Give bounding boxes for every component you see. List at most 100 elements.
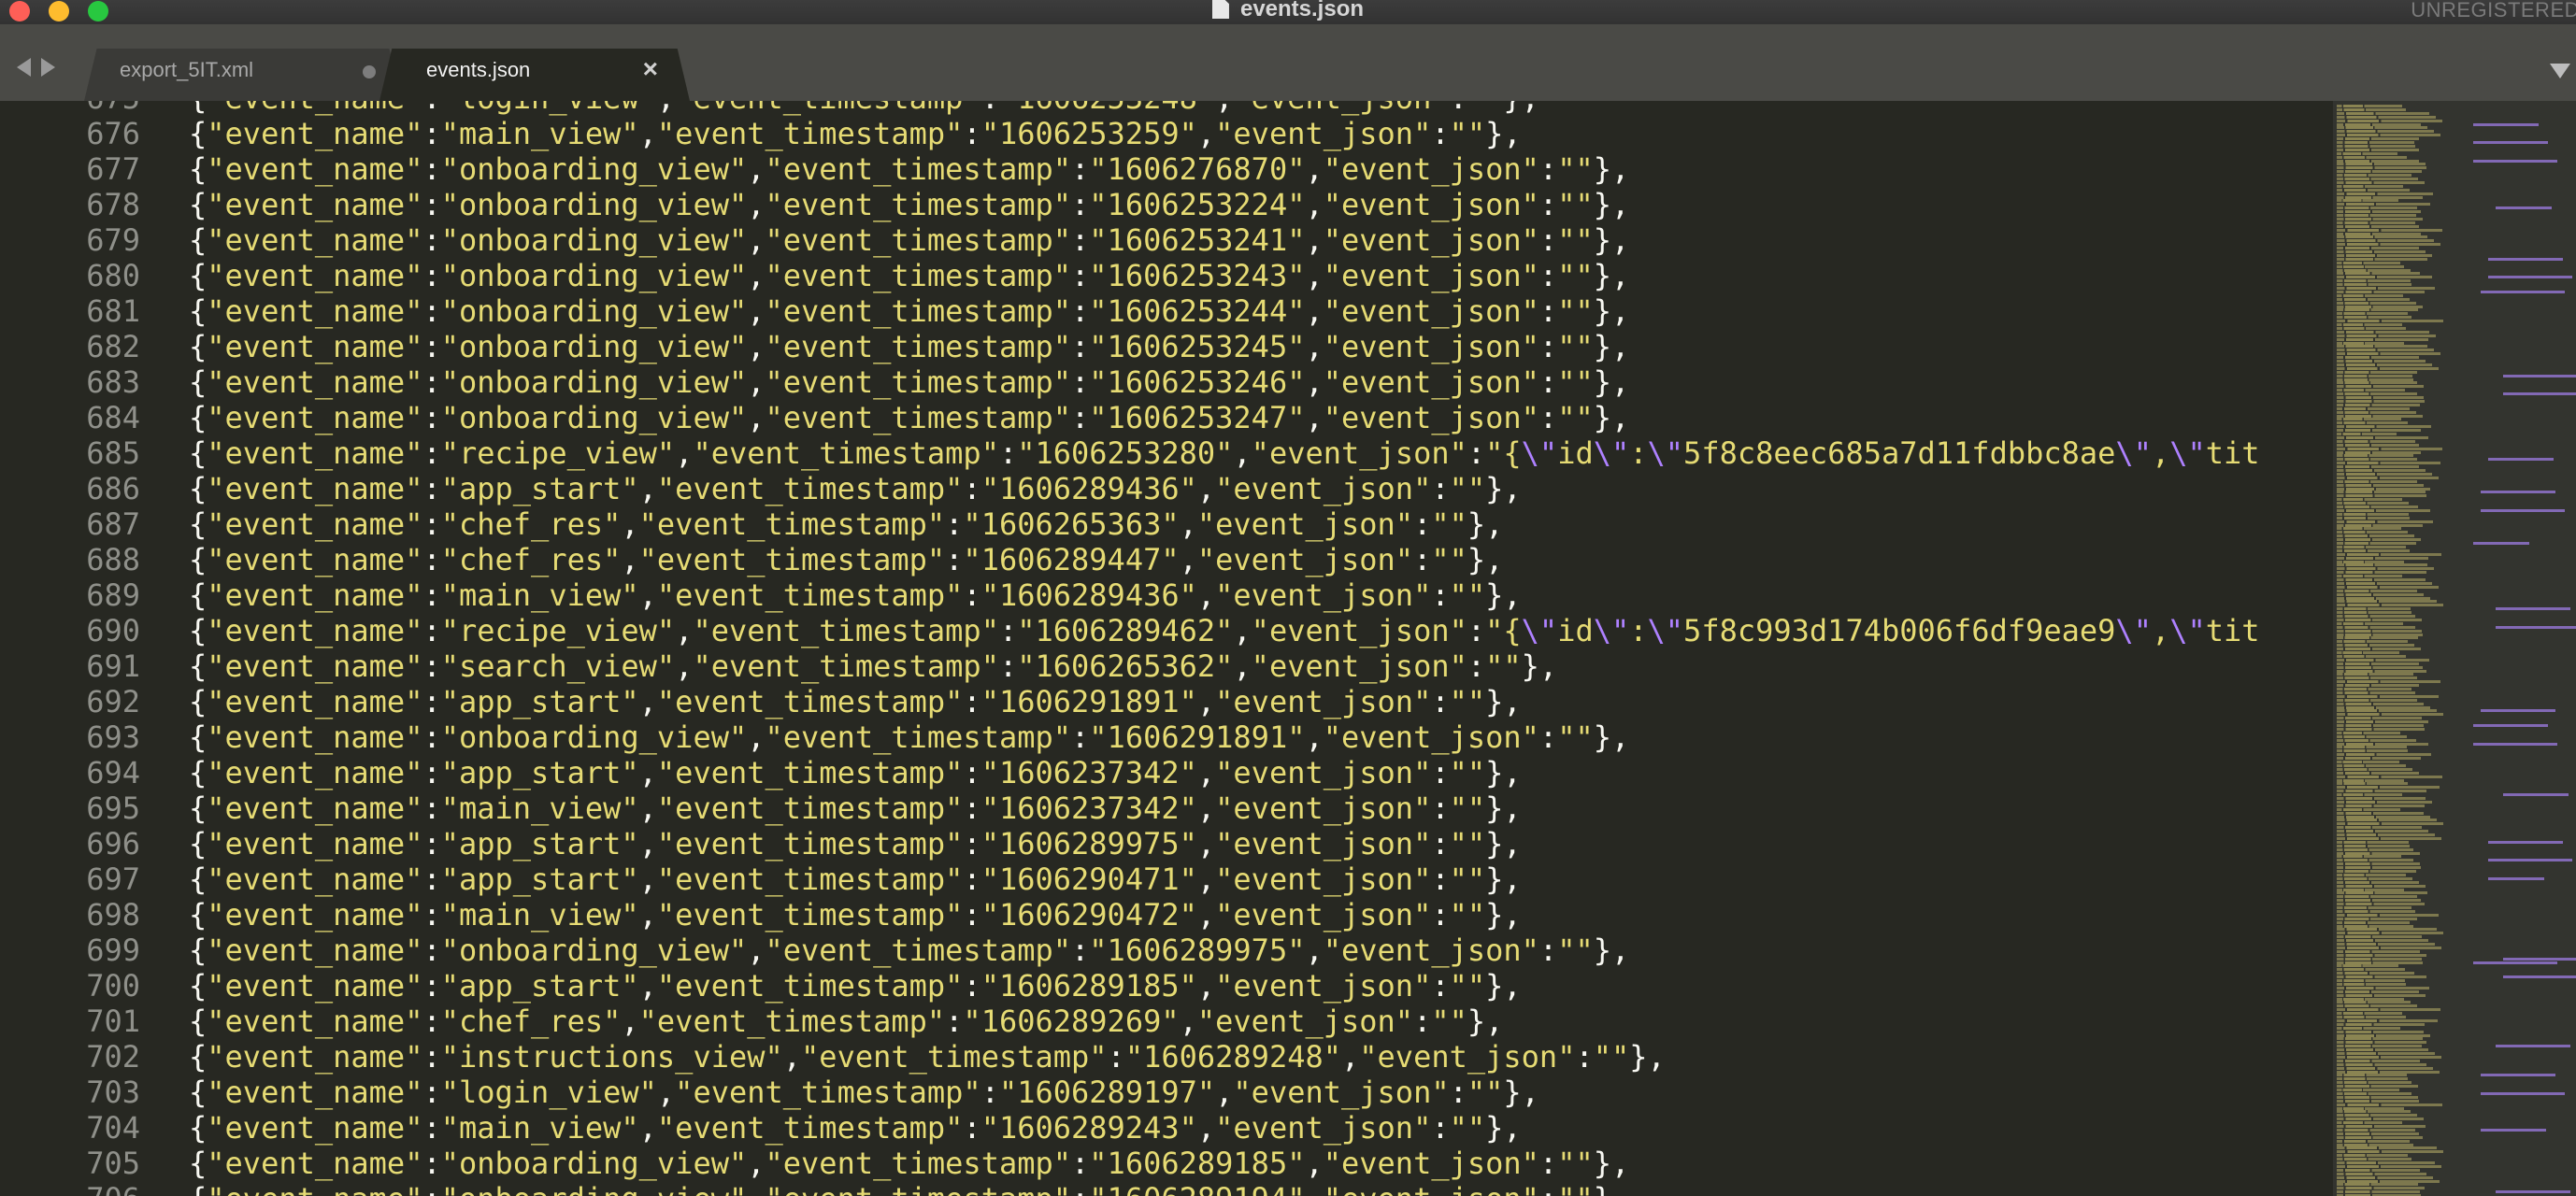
code-line[interactable]: 679 {"event_name":"onboarding_view","even… [0,222,2333,258]
minimap-line [2337,997,2404,1001]
code-punctuation: , [1196,577,1216,613]
code-line[interactable]: 704 {"event_name":"main_view","event_time… [0,1110,2333,1146]
code-line[interactable]: 690 {"event_name":"recipe_view","event_ti… [0,613,2333,648]
minimap-line [2337,862,2420,866]
code-punctuation: , [1305,258,1324,293]
code-punctuation: , [1196,861,1216,897]
code-line[interactable]: 697 {"event_name":"app_start","event_time… [0,861,2333,897]
code-line[interactable]: 701 {"event_name":"chef_res","event_times… [0,1004,2333,1039]
minimap-line [2337,953,2426,957]
code-line[interactable]: 676 {"event_name":"main_view","event_time… [0,116,2333,151]
minimap-line [2337,1033,2430,1037]
code-punctuation: " [1467,116,1486,151]
code-line[interactable]: 678 {"event_name":"onboarding_view","even… [0,187,2333,222]
code-line-text: {"event_name":"app_start","event_timesta… [189,684,1522,719]
code-line[interactable]: 692 {"event_name":"app_start","event_time… [0,684,2333,719]
code-punctuation: "event_json" [1323,258,1539,293]
code-punctuation: " [963,542,981,577]
code-punctuation: , [621,506,639,542]
code-editor[interactable]: 675{"event_name":"login_view","event_tim… [0,101,2333,1196]
minimap-line [2337,1106,2404,1110]
code-line[interactable]: 705 {"event_name":"onboarding_view","even… [0,1146,2333,1181]
code-punctuation: "event_name" [207,613,423,648]
code-punctuation: "event_json" [1323,187,1539,222]
code-punctuation: , [1305,933,1324,968]
code-punctuation: }, [1593,329,1630,364]
tab-events-json[interactable]: events.json × [379,49,690,101]
code-punctuation: "event_name" [207,755,423,790]
code-line-text: {"event_name":"onboarding_view","event_t… [189,364,1629,400]
minimap-line [2337,1066,2433,1070]
code-line[interactable]: 706{"event_name":"onboarding_view","even… [0,1181,2333,1196]
minimap-line [2337,469,2426,472]
code-line[interactable]: 681 {"event_name":"onboarding_view","even… [0,293,2333,329]
code-line[interactable]: 687 {"event_name":"chef_res","event_times… [0,506,2333,542]
code-punctuation: { [189,897,208,933]
code-line[interactable]: 691 {"event_name":"search_view","event_ti… [0,648,2333,684]
code-punctuation: " [639,101,657,116]
code-line[interactable]: 688 {"event_name":"chef_res","event_times… [0,542,2333,577]
line-number: 700 [86,968,140,1004]
unsaved-dot-icon[interactable] [363,65,376,78]
code-punctuation: , [1305,1181,1323,1196]
code-punctuation: " [1089,258,1108,293]
minimap-highlight [2481,1074,2555,1077]
code-punctuation: \" [1521,435,1558,471]
minimap-line [2337,1103,2442,1106]
code-line[interactable]: 684 {"event_name":"onboarding_view","even… [0,400,2333,435]
minimap-line [2337,1012,2402,1016]
code-line[interactable]: 675{"event_name":"login_view","event_tim… [0,101,2333,116]
code-punctuation: " [1323,1039,1341,1075]
code-line[interactable]: 699 {"event_name":"onboarding_view","even… [0,933,2333,968]
code-line[interactable]: 677 {"event_name":"onboarding_view","even… [0,151,2333,187]
minimap-line [2337,381,2417,385]
code-punctuation: " [1467,861,1486,897]
code-line[interactable]: 685 {"event_name":"recipe_view","event_ti… [0,435,2333,471]
code-punctuation: , [747,293,766,329]
code-punctuation: " [980,471,999,506]
code-punctuation: "event_json" [1215,755,1432,790]
code-line[interactable]: 698 {"event_name":"main_view","event_time… [0,897,2333,933]
code-line[interactable]: 683 {"event_name":"onboarding_view","even… [0,364,2333,400]
code-punctuation: " [1557,364,1576,400]
close-tab-icon[interactable]: × [643,56,658,82]
code-line[interactable]: 695 {"event_name":"main_view","event_time… [0,790,2333,826]
code-punctuation: : [422,116,441,151]
back-arrow-icon[interactable] [17,58,31,77]
minimap-line [2337,778,2404,782]
code-line[interactable]: 680 {"event_name":"onboarding_view","even… [0,258,2333,293]
code-line[interactable]: 694 {"event_name":"app_start","event_time… [0,755,2333,790]
minimap[interactable] [2333,101,2576,1196]
minimap-line [2337,239,2434,243]
code-line[interactable]: 700 {"event_name":"app_start","event_time… [0,968,2333,1004]
code-punctuation: "event_timestamp" [765,222,1072,258]
minimap-line [2337,105,2402,107]
code-line[interactable]: 686 {"event_name":"app_start","event_time… [0,471,2333,506]
minimap-line [2337,1095,2418,1099]
code-line[interactable]: 696 {"event_name":"app_start","event_time… [0,826,2333,861]
code-punctuation: "event_timestamp" [656,861,964,897]
minimap-line [2337,320,2443,323]
code-punctuation: " [963,1004,981,1039]
forward-arrow-icon[interactable] [41,58,55,77]
code-punctuation: }, [1593,151,1630,187]
tab-list-dropdown-icon[interactable] [2550,64,2570,78]
code-punctuation: " [1485,648,1504,684]
tab-export-xml[interactable]: export_5IT.xml [84,49,402,101]
code-line[interactable]: 703 {"event_name":"login_view","event_tim… [0,1075,2333,1110]
event-timestamp-value: 1606253244 [1107,293,1288,329]
event-timestamp-value: 1606276870 [1107,151,1288,187]
minimap-line [2337,1081,2411,1085]
code-line[interactable]: 702 {"event_name":"instructions_view","ev… [0,1039,2333,1075]
code-line[interactable]: 682 {"event_name":"onboarding_view","even… [0,329,2333,364]
code-punctuation: : [998,435,1018,471]
code-punctuation: " [603,542,622,577]
minimap-line [2337,1045,2422,1048]
minimap-line [2337,589,2417,592]
minimap-line [2337,724,2424,727]
code-punctuation: { [189,1181,207,1196]
minimap-line [2337,920,2410,924]
code-line[interactable]: 689 {"event_name":"main_view","event_time… [0,577,2333,613]
minimap-line [2337,753,2431,757]
code-line[interactable]: 693 {"event_name":"onboarding_view","even… [0,719,2333,755]
